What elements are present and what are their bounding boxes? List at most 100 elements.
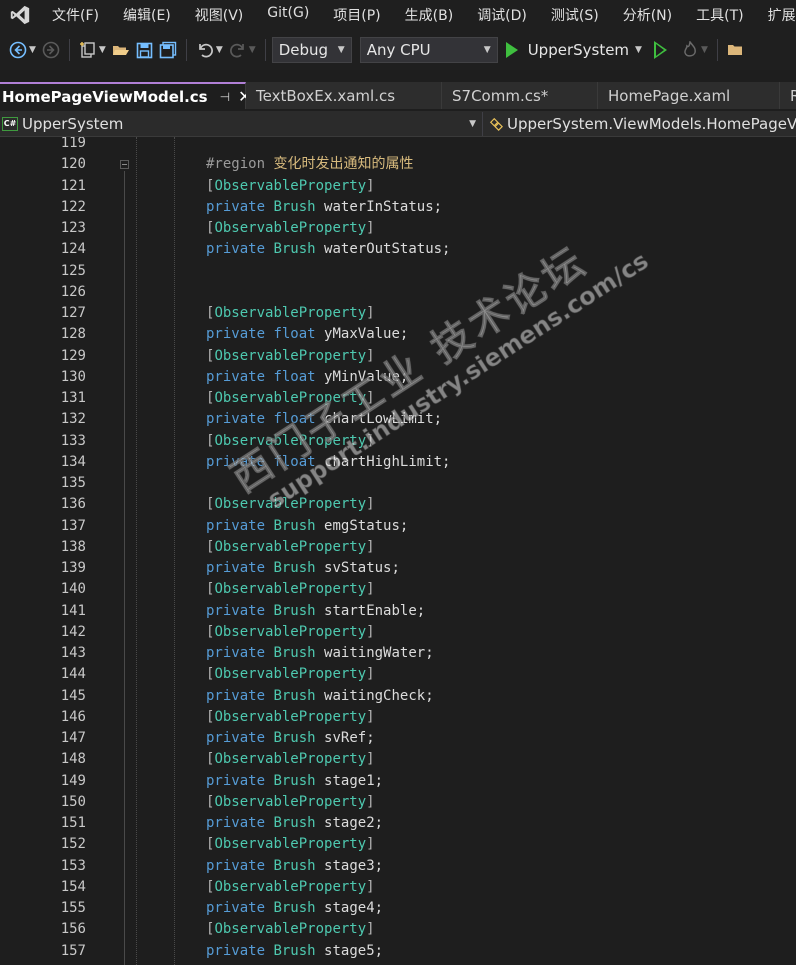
attribute-name: ObservableProperty: [214, 347, 367, 364]
menu-item[interactable]: 文件(F): [40, 5, 111, 25]
access-modifier: private: [206, 772, 266, 789]
line-number: 133: [60, 432, 86, 449]
field-name: emgStatus;: [324, 517, 409, 534]
type-dropdown[interactable]: UpperSystem.ViewModels.HomePageV: [483, 111, 796, 136]
code-text: private Brush stage4;: [206, 898, 383, 919]
code-text: private Brush waterOutStatus;: [206, 239, 450, 260]
line-number: 141: [60, 602, 86, 619]
line-number: 149: [60, 772, 86, 789]
attribute-name: ObservableProperty: [214, 305, 367, 321]
field-name: yMaxValue;: [324, 326, 409, 343]
code-line: 137 private Brush emgStatus;: [0, 516, 796, 537]
menu-item[interactable]: 视图(V): [183, 5, 256, 25]
save-all-button[interactable]: [156, 36, 180, 64]
line-number: 140: [60, 581, 86, 598]
menu-item[interactable]: 编辑(E): [111, 5, 183, 25]
back-arrow-icon: [9, 41, 27, 59]
code-text: [ObservableProperty]: [206, 664, 375, 685]
menu-item[interactable]: 生成(B): [393, 5, 466, 25]
line-number: 148: [60, 751, 86, 768]
field-name: startEnable;: [324, 602, 426, 619]
bracket-close: ]: [366, 305, 375, 321]
menu-item[interactable]: 项目(P): [321, 5, 392, 25]
bracket-close: ]: [366, 538, 375, 555]
bracket-close: ]: [366, 177, 375, 194]
region-keyword: #region: [206, 156, 266, 173]
menu-item[interactable]: 调试(D): [465, 5, 539, 25]
tab-s7comm-cs[interactable]: S7Comm.cs*: [442, 82, 598, 109]
start-debugging-button[interactable]: UpperSystem ▼: [505, 36, 642, 64]
field-name: waterOutStatus;: [324, 241, 451, 258]
project-dropdown[interactable]: C# UpperSystem ▼: [0, 111, 483, 136]
bracket-close: ]: [366, 623, 375, 640]
tab-textboxex-xaml-cs[interactable]: TextBoxEx.xaml.cs: [246, 82, 442, 109]
code-line: 152 [ObservableProperty]: [0, 834, 796, 855]
line-number: 126: [60, 283, 86, 300]
access-modifier: private: [206, 453, 266, 470]
code-editor[interactable]: 119 120 #region 变化时发出通知的属性 121 [ObservablePr…: [0, 137, 796, 965]
attribute-name: ObservableProperty: [214, 177, 367, 194]
tab-overflow-partial[interactable]: R: [780, 82, 796, 109]
access-modifier: private: [206, 857, 266, 874]
redo-button[interactable]: ▼: [226, 36, 259, 64]
field-name: yMinValue;: [324, 368, 409, 385]
code-line: 143 private Brush waitingWater;: [0, 643, 796, 664]
line-number: 121: [60, 177, 86, 194]
visual-studio-logo-icon[interactable]: [0, 0, 40, 30]
menu-item[interactable]: 工具(T): [684, 5, 755, 25]
chevron-down-icon: ▼: [700, 45, 708, 55]
play-outline-icon: [653, 41, 667, 59]
code-text: private Brush stage5;: [206, 941, 383, 962]
code-line: 128 private float yMaxValue;: [0, 324, 796, 345]
pin-tab-icon[interactable]: ⊣: [220, 90, 230, 104]
undo-button[interactable]: ▼: [193, 36, 226, 64]
field-type: float: [273, 326, 316, 343]
access-modifier: private: [206, 815, 266, 831]
field-type: Brush: [273, 730, 316, 746]
line-number: 132: [60, 411, 86, 428]
line-number: 138: [60, 538, 86, 555]
csharp-project-icon: C#: [2, 116, 18, 131]
field-name: chartLowLimit;: [324, 411, 443, 428]
menu-item[interactable]: 分析(N): [611, 5, 684, 25]
tab-label: HomePage.xaml: [608, 86, 731, 105]
field-type: float: [273, 368, 316, 385]
hot-reload-button[interactable]: ▼: [678, 36, 711, 64]
attribute-name: ObservableProperty: [214, 878, 367, 895]
solution-platform-dropdown[interactable]: Any CPU ▼: [359, 37, 498, 63]
code-text: [ObservableProperty]: [206, 388, 375, 409]
menu-item[interactable]: 测试(S): [539, 5, 611, 25]
attribute-name: ObservableProperty: [214, 708, 367, 725]
line-number: 152: [60, 836, 86, 853]
solution-configuration-dropdown[interactable]: Debug ▼: [271, 37, 352, 63]
tab-homepageviewmodel-cs[interactable]: HomePageViewModel.cs ⊣ ✕: [0, 82, 251, 109]
field-type: float: [273, 453, 316, 470]
folder-button[interactable]: [724, 36, 746, 64]
open-file-button[interactable]: [109, 36, 133, 64]
toolbar-separator: [716, 39, 718, 61]
attribute-name: ObservableProperty: [214, 793, 367, 810]
code-line: 147 private Brush svRef;: [0, 728, 796, 749]
start-without-debugging-button[interactable]: [642, 36, 678, 64]
tab-label: TextBoxEx.xaml.cs: [256, 86, 396, 105]
code-line: 134 private float chartHighLimit;: [0, 452, 796, 473]
navigate-back-button[interactable]: ▼: [6, 36, 39, 64]
field-type: Brush: [273, 772, 316, 789]
navigate-forward-button[interactable]: [39, 36, 63, 64]
attribute-name: ObservableProperty: [214, 220, 367, 236]
save-button[interactable]: [133, 36, 156, 64]
field-type: Brush: [273, 645, 316, 661]
tab-homepage-xaml[interactable]: HomePage.xaml: [598, 82, 780, 109]
code-line: 150 [ObservableProperty]: [0, 792, 796, 813]
new-project-icon: [79, 42, 95, 58]
bracket-close: ]: [366, 836, 375, 853]
line-number: 135: [60, 475, 86, 491]
new-project-button[interactable]: ▼: [76, 36, 109, 64]
standard-toolbar: ▼ ▼ ▼ ▼ Debug ▼ Any CPU ▼ UpperSystem ▼: [0, 30, 796, 70]
menu-item[interactable]: Git(G): [255, 5, 321, 25]
code-text: private Brush svStatus;: [206, 558, 400, 579]
line-number: 127: [60, 305, 86, 321]
line-number: 146: [60, 708, 86, 725]
code-text: private Brush stage3;: [206, 856, 383, 877]
menu-item[interactable]: 扩展: [756, 5, 796, 25]
